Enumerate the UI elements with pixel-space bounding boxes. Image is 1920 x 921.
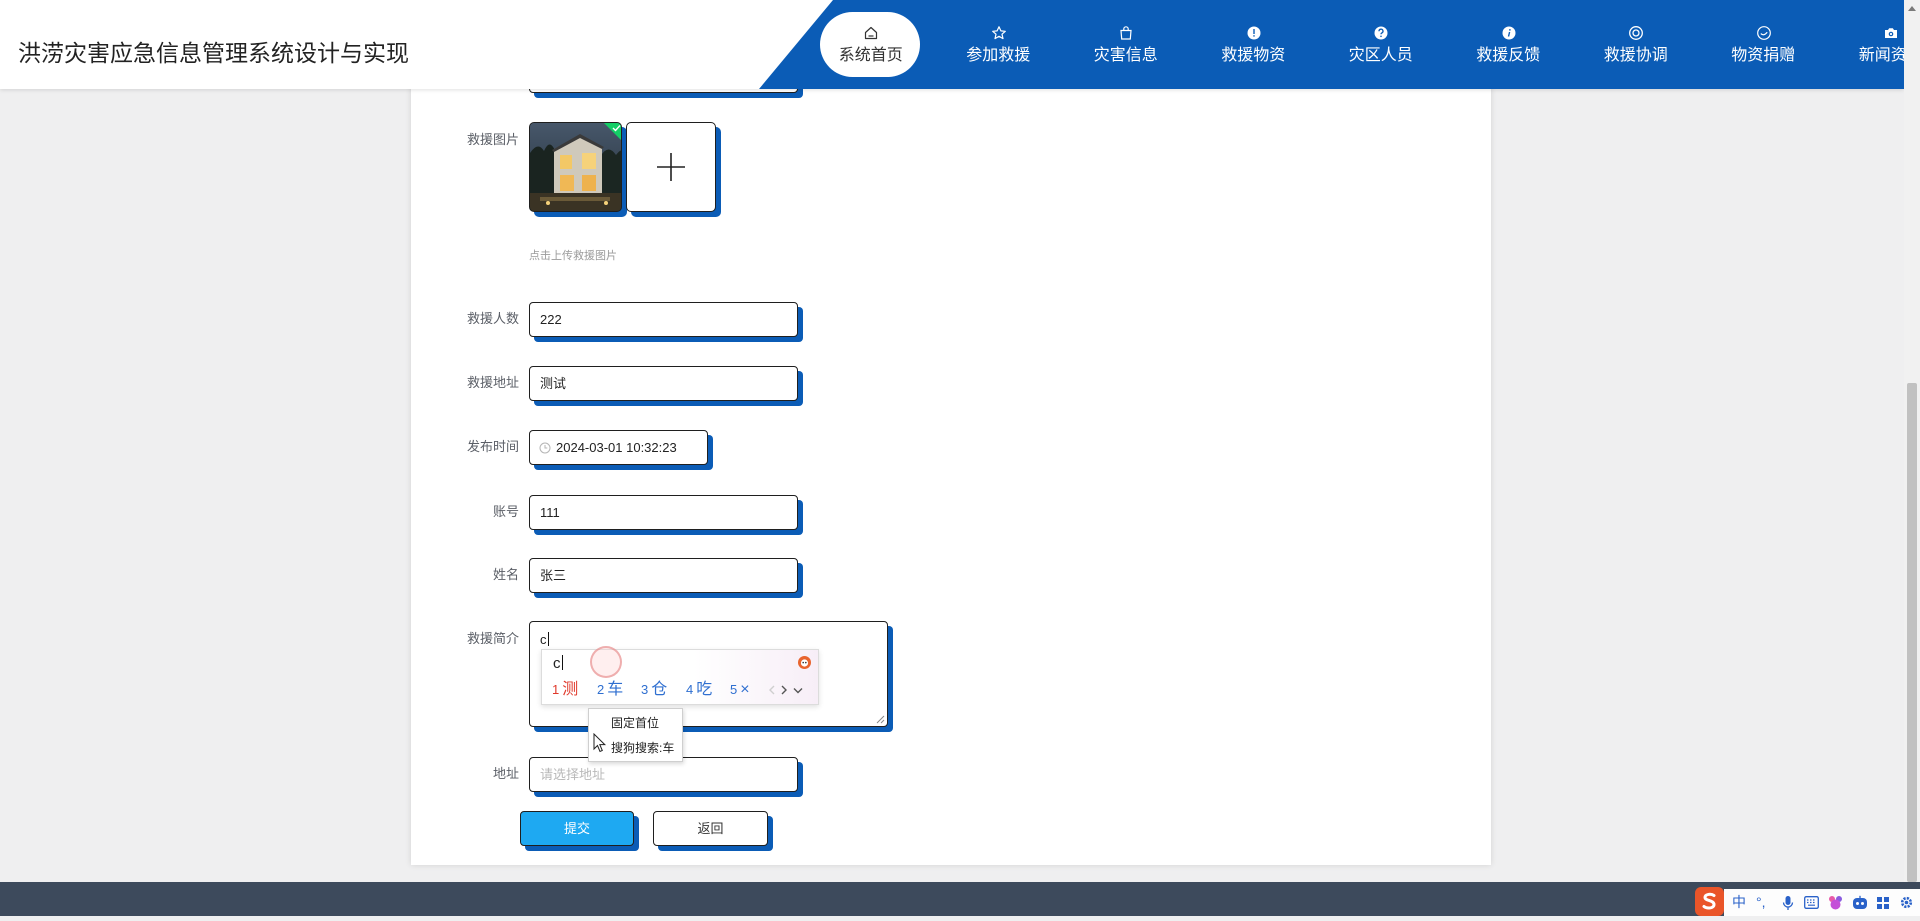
main-nav: 系统首页 参加救援 灾害信息 救援物资 灾区人员 救援反馈 救援协调 物资捐赠 … — [0, 0, 1904, 89]
toolbox-grid-icon[interactable] — [1876, 896, 1890, 910]
nav-label: 新闻资讯 — [1858, 47, 1904, 64]
info-circle-icon — [1502, 26, 1515, 40]
rescue-address-input[interactable]: 测试 — [529, 366, 798, 401]
ime-candidate[interactable]: 4吃 — [686, 679, 712, 701]
resize-handle-icon[interactable] — [876, 715, 885, 724]
nav-label: 灾区人员 — [1348, 47, 1413, 64]
nav-label: 灾害信息 — [1093, 47, 1158, 64]
location-label: 地址 — [492, 766, 519, 781]
ime-language-toggle[interactable]: 中 — [1732, 889, 1746, 916]
nav-item-join-rescue[interactable]: 参加救援 — [935, 0, 1063, 89]
nav-item-donation[interactable]: 物资捐赠 — [1700, 0, 1828, 89]
name-input[interactable]: 张三 — [529, 558, 798, 593]
ime-candidate[interactable]: 1测 — [552, 679, 578, 701]
nav-label: 系统首页 — [838, 47, 903, 64]
image-label: 救援图片 — [466, 132, 519, 147]
count-label: 救援人数 — [466, 311, 519, 326]
publish-time-value: 2024-03-01 10:32:23 — [556, 440, 677, 455]
nav-label: 救援反馈 — [1476, 47, 1541, 64]
location-placeholder: 请选择地址 — [540, 767, 606, 782]
home-icon — [864, 26, 878, 40]
smile-icon — [1756, 26, 1771, 40]
clock-icon — [539, 442, 551, 454]
nav-item-rescue-feedback[interactable]: 救援反馈 — [1445, 0, 1573, 89]
rescue-address-value: 测试 — [540, 376, 567, 391]
nav-item-news[interactable]: 新闻资讯 — [1827, 0, 1904, 89]
nav-item-rescue-coordination[interactable]: 救援协调 — [1572, 0, 1700, 89]
assistant-icon[interactable] — [1852, 895, 1868, 910]
mouse-pointer-icon — [593, 733, 607, 753]
ime-punctuation-toggle[interactable]: °, — [1756, 889, 1766, 916]
publish-time-picker[interactable]: 2024-03-01 10:32:23 — [529, 430, 708, 465]
nav-item-home[interactable]: 系统首页 — [807, 0, 935, 89]
location-select[interactable]: 请选择地址 — [529, 757, 798, 792]
ime-candidate[interactable]: 2车 — [597, 679, 623, 701]
ime-candidate-window: c 1测 2车 3仓 4吃 5 × — [541, 649, 819, 705]
time-label: 发布时间 — [466, 439, 519, 454]
ime-candidate[interactable]: 3仓 — [641, 679, 667, 701]
ime-prev-page-icon[interactable] — [766, 684, 778, 696]
nav-label: 参加救援 — [966, 47, 1031, 64]
nav-label: 救援协调 — [1603, 47, 1668, 64]
intro-label: 救援简介 — [466, 631, 519, 646]
top-header: 洪涝灾害应急信息管理系统设计与实现 系统首页 参加救援 灾害信息 救援物资 灾区… — [0, 0, 1904, 89]
help-circle-icon — [1374, 26, 1388, 40]
page-footer — [0, 882, 1920, 916]
plus-icon — [657, 153, 685, 181]
nav-item-rescue-supplies[interactable]: 救援物资 — [1190, 0, 1318, 89]
account-input[interactable]: 111 — [529, 495, 798, 530]
nav-label: 物资捐赠 — [1731, 47, 1796, 64]
rescue-count-value: 222 — [540, 312, 562, 327]
star-icon — [991, 26, 1006, 40]
nav-item-disaster-info[interactable]: 灾害信息 — [1062, 0, 1190, 89]
upload-hint: 点击上传救援图片 — [529, 250, 617, 262]
nav-label: 救援物资 — [1221, 47, 1286, 64]
menu-item-sogou-search[interactable]: 搜狗搜索:车 — [611, 740, 674, 756]
upload-image-button[interactable] — [626, 122, 716, 212]
sogou-logo-icon[interactable] — [1695, 887, 1724, 916]
microphone-icon[interactable] — [1781, 895, 1795, 911]
alert-circle-icon — [1247, 26, 1260, 40]
ime-next-page-icon[interactable] — [778, 684, 790, 696]
menu-item-pin-first[interactable]: 固定首位 — [611, 715, 659, 731]
name-label: 姓名 — [492, 567, 519, 582]
intro-value: c — [540, 632, 547, 647]
ime-composition: c — [553, 655, 561, 672]
ime-status-bar: 中 °, — [1724, 889, 1920, 916]
back-button[interactable]: 返回 — [653, 811, 768, 846]
rescue-photo-thumbnail[interactable] — [529, 122, 622, 212]
click-indicator — [590, 646, 622, 678]
rescue-count-input[interactable]: 222 — [529, 302, 798, 337]
lifebuoy-icon — [1629, 26, 1643, 40]
address-label: 救援地址 — [466, 375, 519, 390]
settings-gear-icon[interactable] — [1899, 895, 1914, 910]
house-photo — [530, 123, 621, 211]
bag-icon — [1120, 26, 1132, 40]
nav-item-affected-people[interactable]: 灾区人员 — [1317, 0, 1445, 89]
submit-button[interactable]: 提交 — [520, 811, 634, 846]
ime-skin-icon[interactable] — [797, 655, 812, 670]
name-value: 张三 — [540, 568, 567, 583]
text-caret — [547, 632, 549, 646]
camera-icon — [1885, 28, 1897, 38]
keyboard-icon[interactable] — [1804, 896, 1819, 909]
skin-icon[interactable] — [1827, 894, 1844, 911]
scrollbar-thumb[interactable] — [1907, 383, 1917, 882]
page-scrollbar[interactable] — [1904, 0, 1920, 882]
ime-candidate[interactable]: 5 × — [730, 679, 750, 701]
account-label: 账号 — [492, 504, 519, 519]
account-value: 111 — [540, 505, 560, 520]
ime-expand-chevron-down-icon[interactable] — [792, 684, 804, 696]
scroll-up-arrow-icon[interactable] — [1908, 5, 1916, 11]
